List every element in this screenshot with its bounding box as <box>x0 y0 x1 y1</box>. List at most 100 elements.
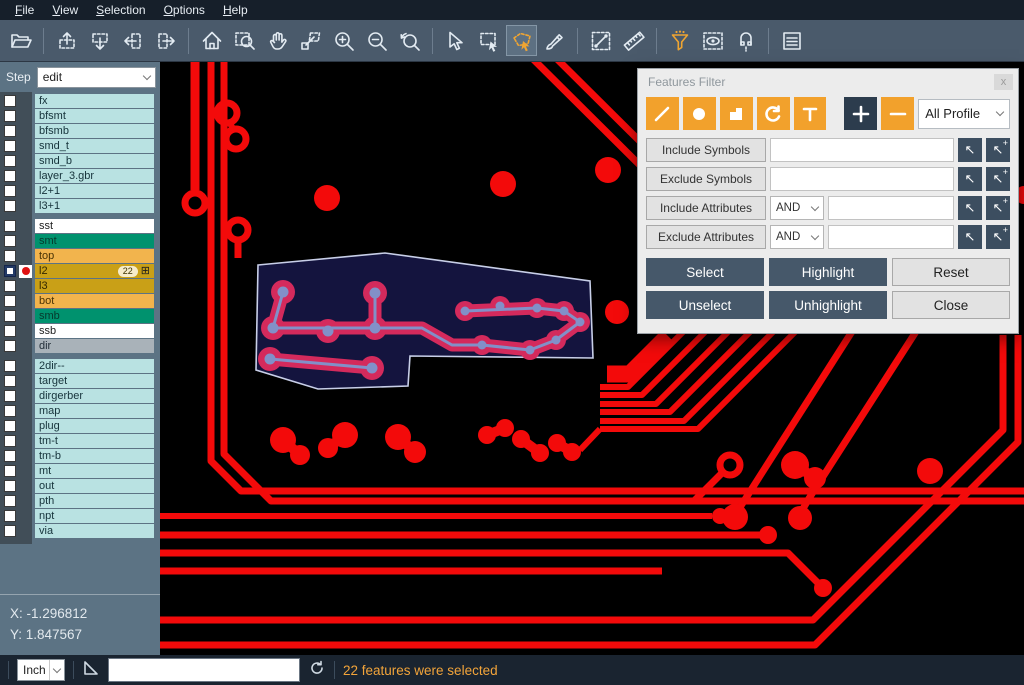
layer-visibility-checkbox[interactable] <box>4 250 16 262</box>
layer-visibility-checkbox[interactable] <box>4 110 16 122</box>
layer-name-cell[interactable]: top⊞ <box>35 249 154 263</box>
layer-name-cell[interactable]: map⊞ <box>35 404 154 418</box>
layer-name-cell[interactable]: bfsmb⊞ <box>35 124 154 138</box>
zoom-in-icon[interactable] <box>328 25 359 56</box>
layer-name-cell[interactable]: dir⊞ <box>35 339 154 353</box>
pan-right-icon[interactable] <box>150 25 181 56</box>
layer-row[interactable]: ssb⊞ <box>0 324 160 338</box>
dialog-action-button[interactable]: Reset <box>892 258 1010 286</box>
layer-row[interactable]: fx⊞ <box>0 94 160 108</box>
pan-left-icon[interactable] <box>117 25 148 56</box>
layer-visibility-checkbox[interactable] <box>4 140 16 152</box>
pick-add-from-canvas-button[interactable]: ↖+ <box>986 196 1010 220</box>
home-view-icon[interactable] <box>196 25 227 56</box>
layer-name-cell[interactable]: bot⊞ <box>35 294 154 308</box>
select-cursor-icon[interactable] <box>440 25 471 56</box>
dialog-action-button[interactable]: Unselect <box>646 291 764 319</box>
filter-text-icon[interactable] <box>794 97 827 130</box>
filter-row-label-button[interactable]: Exclude Attributes <box>646 225 766 249</box>
layer-visibility-checkbox[interactable] <box>4 390 16 402</box>
layer-visibility-checkbox[interactable] <box>4 125 16 137</box>
units-select[interactable]: Inch <box>17 659 65 681</box>
layer-visibility-checkbox[interactable] <box>4 360 16 372</box>
filter-arc-icon[interactable] <box>757 97 790 130</box>
layer-visibility-checkbox[interactable] <box>4 495 16 507</box>
layer-row[interactable]: smt⊞ <box>0 234 160 248</box>
layer-name-cell[interactable]: 2dir--⊞ <box>35 359 154 373</box>
layer-visibility-checkbox[interactable] <box>4 480 16 492</box>
operator-select[interactable]: AND <box>770 196 824 220</box>
layer-row[interactable]: l3+1⊞ <box>0 199 160 213</box>
layer-visibility-checkbox[interactable] <box>4 375 16 387</box>
layer-visibility-checkbox[interactable] <box>4 95 16 107</box>
corner-measure-icon[interactable] <box>82 659 100 682</box>
filter-line-icon[interactable] <box>646 97 679 130</box>
report-panel-icon[interactable] <box>776 25 807 56</box>
measure-distance-icon[interactable] <box>585 25 616 56</box>
layer-row[interactable]: npt⊞ <box>0 509 160 523</box>
layer-visibility-checkbox[interactable] <box>4 200 16 212</box>
profile-select[interactable]: All Profile <box>918 99 1010 129</box>
menu-item[interactable]: Options <box>157 1 212 19</box>
filter-surface-icon[interactable] <box>720 97 753 130</box>
menu-item[interactable]: Selection <box>89 1 152 19</box>
snap-icon[interactable] <box>730 25 761 56</box>
layer-visibility-checkbox[interactable] <box>4 435 16 447</box>
filter-value-input[interactable] <box>828 196 954 220</box>
layer-row[interactable]: bfsmt⊞ <box>0 109 160 123</box>
layer-row[interactable]: layer_3.gbr⊞ <box>0 169 160 183</box>
remove-filter-icon[interactable] <box>881 97 914 130</box>
pick-from-canvas-button[interactable]: ↖ <box>958 138 982 162</box>
filter-value-input[interactable] <box>770 167 954 191</box>
layer-row[interactable]: smb⊞ <box>0 309 160 323</box>
pick-from-canvas-button[interactable]: ↖ <box>958 225 982 249</box>
layer-row[interactable]: dir⊞ <box>0 339 160 353</box>
view-options-icon[interactable] <box>697 25 728 56</box>
layer-name-cell[interactable]: sst⊞ <box>35 219 154 233</box>
layer-row[interactable]: sst⊞ <box>0 219 160 233</box>
layer-row[interactable]: mt⊞ <box>0 464 160 478</box>
layer-name-cell[interactable]: l2+1⊞ <box>35 184 154 198</box>
layer-visibility-checkbox[interactable] <box>4 155 16 167</box>
layer-name-cell[interactable]: smt⊞ <box>35 234 154 248</box>
zoom-area-icon[interactable] <box>229 25 260 56</box>
ruler-icon[interactable] <box>618 25 649 56</box>
layer-name-cell[interactable]: dirgerber⊞ <box>35 389 154 403</box>
pick-from-canvas-button[interactable]: ↖ <box>958 196 982 220</box>
filter-row-label-button[interactable]: Exclude Symbols <box>646 167 766 191</box>
pan-hand-icon[interactable] <box>262 25 293 56</box>
layer-name-cell[interactable]: fx⊞ <box>35 94 154 108</box>
layer-visibility-checkbox[interactable] <box>4 280 16 292</box>
command-input[interactable] <box>108 658 300 682</box>
layer-visibility-checkbox[interactable] <box>4 420 16 432</box>
layer-row[interactable]: smd_t⊞ <box>0 139 160 153</box>
layer-name-cell[interactable]: l222⊞ <box>35 264 154 278</box>
layer-name-cell[interactable]: plug⊞ <box>35 419 154 433</box>
dialog-action-button[interactable]: Close <box>892 291 1010 319</box>
layer-visibility-checkbox[interactable] <box>4 465 16 477</box>
step-select[interactable]: edit <box>37 67 156 88</box>
layer-name-cell[interactable]: smb⊞ <box>35 309 154 323</box>
layer-visibility-checkbox[interactable] <box>4 340 16 352</box>
zoom-previous-icon[interactable] <box>394 25 425 56</box>
pick-add-from-canvas-button[interactable]: ↖+ <box>986 225 1010 249</box>
layer-name-cell[interactable]: ssb⊞ <box>35 324 154 338</box>
layer-row[interactable]: dirgerber⊞ <box>0 389 160 403</box>
layer-name-cell[interactable]: l3+1⊞ <box>35 199 154 213</box>
layer-visibility-checkbox[interactable] <box>4 185 16 197</box>
pan-up-icon[interactable] <box>51 25 82 56</box>
layer-visibility-checkbox[interactable] <box>4 310 16 322</box>
layer-row[interactable]: l3⊞ <box>0 279 160 293</box>
operator-select[interactable]: AND <box>770 225 824 249</box>
layer-visibility-checkbox[interactable] <box>4 450 16 462</box>
layer-visibility-checkbox[interactable] <box>4 220 16 232</box>
layer-visibility-checkbox[interactable] <box>4 265 16 277</box>
menu-item[interactable]: Help <box>216 1 255 19</box>
layer-row[interactable]: top⊞ <box>0 249 160 263</box>
pick-add-from-canvas-button[interactable]: ↖+ <box>986 138 1010 162</box>
polygon-select-icon[interactable] <box>506 25 537 56</box>
layer-row[interactable]: target⊞ <box>0 374 160 388</box>
layer-visibility-checkbox[interactable] <box>4 510 16 522</box>
layer-row[interactable]: via⊞ <box>0 524 160 538</box>
layer-name-cell[interactable]: mt⊞ <box>35 464 154 478</box>
